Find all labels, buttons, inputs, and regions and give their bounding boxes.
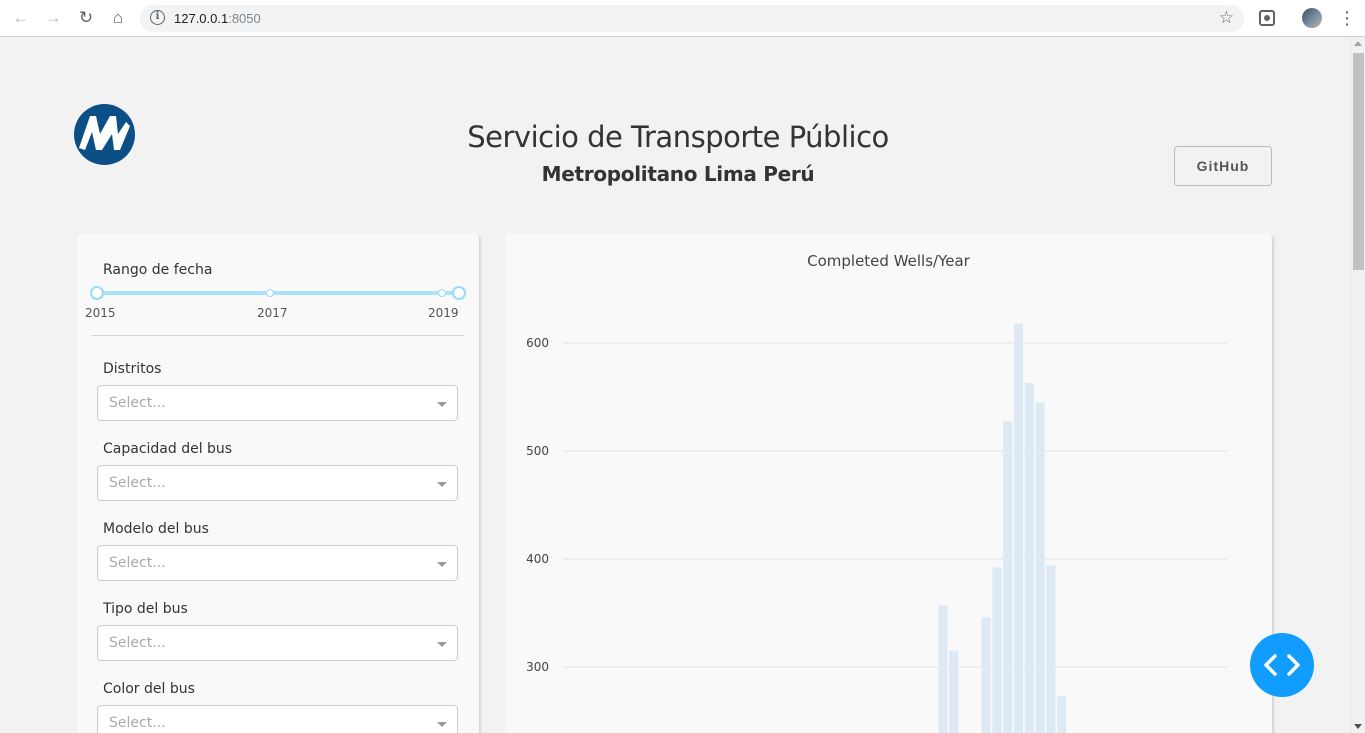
bus-type-label: Tipo del bus (103, 601, 188, 617)
y-tick-label: 600 (526, 336, 549, 350)
date-range-label: Rango de fecha (103, 262, 213, 278)
browser-menu-icon[interactable]: ⋮ (1338, 6, 1356, 30)
y-tick-label: 300 (526, 660, 549, 674)
metropolitano-logo-icon (74, 104, 135, 165)
chart-bar[interactable] (949, 650, 959, 733)
chevron-down-icon (437, 642, 447, 647)
chart-bar[interactable] (1024, 383, 1034, 733)
slider-dot-2017[interactable] (266, 289, 274, 297)
chart-bar[interactable] (1035, 402, 1045, 733)
url-port: :8050 (228, 11, 261, 26)
y-tick-label: 400 (526, 552, 549, 566)
url-host: 127.0.0.1 (174, 11, 229, 26)
bus-type-placeholder: Select... (109, 635, 166, 651)
code-brackets-icon (1264, 654, 1300, 676)
address-url[interactable]: 127.0.0.1:8050 (174, 11, 261, 26)
chart-bar[interactable] (1003, 420, 1013, 733)
bus-type-dropdown[interactable]: Select... (97, 625, 458, 661)
slider-dot-2019[interactable] (438, 289, 446, 297)
address-bar[interactable]: i 127.0.0.1:8050 ☆ (140, 5, 1244, 32)
bus-model-dropdown[interactable]: Select... (97, 545, 458, 581)
profile-avatar[interactable] (1302, 8, 1322, 28)
slider-end-handle[interactable] (452, 286, 466, 300)
bus-capacity-label: Capacidad del bus (103, 441, 233, 457)
bus-model-placeholder: Select... (109, 555, 166, 571)
home-icon[interactable]: ⌂ (106, 7, 130, 29)
debug-menu-button[interactable] (1250, 633, 1314, 697)
bus-model-label: Modelo del bus (103, 521, 209, 537)
chart-bar[interactable] (1057, 696, 1067, 733)
bus-color-dropdown[interactable]: Select... (97, 705, 458, 733)
y-tick-label: 500 (526, 444, 549, 458)
bus-color-label: Color del bus (103, 681, 195, 697)
extension-icon[interactable] (1259, 10, 1275, 26)
slider-mark-2017: 2017 (257, 306, 288, 320)
chart-bar[interactable] (1014, 323, 1023, 733)
districts-dropdown[interactable]: Select... (97, 385, 458, 421)
chart-bar[interactable] (1046, 565, 1056, 733)
districts-placeholder: Select... (109, 395, 166, 411)
chart-bar[interactable] (992, 567, 1002, 733)
browser-toolbar: ← → ↻ ⌂ i 127.0.0.1:8050 ☆ ⋮ (0, 0, 1365, 37)
chart-bar[interactable] (981, 617, 991, 733)
bus-color-placeholder: Select... (109, 715, 166, 731)
github-button[interactable]: GitHub (1174, 146, 1272, 186)
site-info-icon[interactable]: i (150, 10, 165, 25)
chart-bar[interactable] (938, 605, 948, 733)
scroll-up-icon[interactable] (1354, 41, 1362, 46)
page-subtitle: Metropolitano Lima Perú (541, 162, 815, 186)
bookmark-star-icon[interactable]: ☆ (1219, 8, 1234, 28)
bus-capacity-dropdown[interactable]: Select... (97, 465, 458, 501)
scroll-down-icon[interactable] (1354, 724, 1362, 729)
back-icon[interactable]: ← (9, 7, 33, 29)
filter-panel: Rango de fecha 2015 2017 2019 Distritos … (77, 233, 479, 733)
page-scrollbar[interactable] (1350, 37, 1365, 733)
chevron-down-icon (437, 562, 447, 567)
districts-label: Distritos (103, 361, 162, 377)
slider-mark-2015: 2015 (85, 306, 116, 320)
page-title: Servicio de Transporte Público (467, 120, 889, 154)
bar-chart[interactable]: 300 400 500 600 (505, 233, 1272, 733)
scroll-thumb[interactable] (1353, 53, 1364, 270)
slider-start-handle[interactable] (90, 286, 104, 300)
chevron-down-icon (437, 722, 447, 727)
slider-mark-2019: 2019 (428, 306, 459, 320)
chevron-down-icon (437, 402, 447, 407)
filter-divider (91, 335, 464, 336)
bus-capacity-placeholder: Select... (109, 475, 166, 491)
reload-icon[interactable]: ↻ (74, 7, 98, 29)
chevron-down-icon (437, 482, 447, 487)
date-range-slider[interactable] (97, 291, 459, 295)
forward-icon[interactable]: → (41, 7, 65, 29)
chart-panel: Completed Wells/Year 300 400 500 600 (505, 233, 1272, 733)
